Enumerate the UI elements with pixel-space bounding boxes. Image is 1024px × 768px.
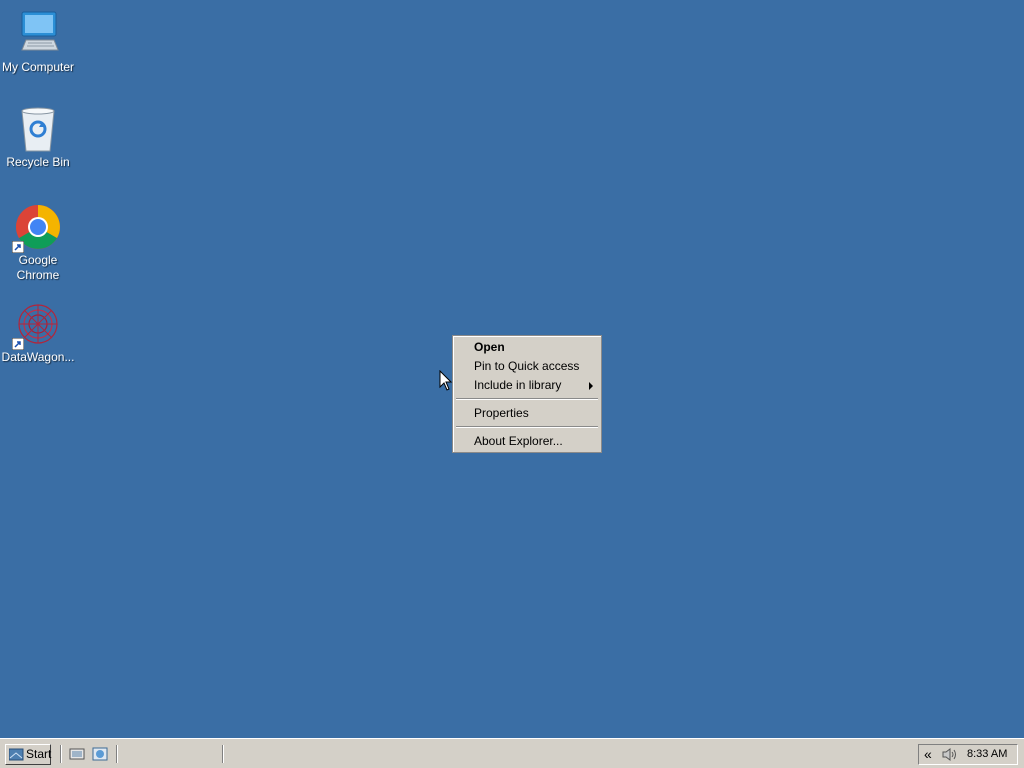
desktop-icon-my-computer[interactable]: My Computer xyxy=(0,10,76,75)
desktop-icon-label: Google Chrome xyxy=(16,253,60,282)
shortcut-arrow-icon xyxy=(11,337,25,351)
desktop-icon-label: DataWagon... xyxy=(1,350,75,364)
start-label: Start xyxy=(26,747,52,761)
desktop: My Computer Recycle Bin Google Chrome Da… xyxy=(0,0,1024,738)
menu-item-include-in-library[interactable]: Include in library xyxy=(453,376,601,395)
start-button[interactable]: Start xyxy=(5,744,51,765)
context-menu: Open Pin to Quick access Include in libr… xyxy=(452,335,602,453)
desktop-icon-google-chrome[interactable]: Google Chrome xyxy=(0,203,76,283)
datawagon-icon xyxy=(11,300,62,351)
taskbar: Start « 8:33 AM xyxy=(0,738,1024,768)
menu-separator xyxy=(456,398,598,400)
desktop-icon-label: Recycle Bin xyxy=(6,155,70,169)
menu-item-label: Include in library xyxy=(474,378,562,392)
submenu-arrow-icon xyxy=(589,382,593,390)
menu-item-open[interactable]: Open xyxy=(453,338,601,357)
shortcut-arrow-icon xyxy=(11,240,25,254)
chrome-icon xyxy=(11,203,62,254)
start-logo-icon xyxy=(8,748,24,761)
show-desktop-icon[interactable] xyxy=(69,747,85,761)
desktop-icon-recycle-bin[interactable]: Recycle Bin xyxy=(0,105,76,170)
system-tray: « 8:33 AM xyxy=(918,744,1018,765)
menu-item-pin-to-quick-access[interactable]: Pin to Quick access xyxy=(453,357,601,376)
menu-separator xyxy=(456,426,598,428)
taskbar-separator xyxy=(222,745,224,763)
taskbar-separator xyxy=(60,745,62,763)
explorer-icon[interactable] xyxy=(92,747,108,761)
menu-item-properties[interactable]: Properties xyxy=(453,404,601,423)
mouse-cursor-icon xyxy=(439,369,453,392)
taskbar-separator xyxy=(116,745,118,763)
speaker-icon[interactable] xyxy=(941,747,959,762)
tray-expand-button[interactable]: « xyxy=(924,746,932,763)
desktop-icon-label: My Computer xyxy=(1,60,75,74)
clock[interactable]: 8:33 AM xyxy=(967,747,1007,761)
recycle-bin-icon xyxy=(14,105,62,153)
desktop-icon-datawagon[interactable]: DataWagon... xyxy=(0,300,76,365)
my-computer-icon xyxy=(14,10,62,58)
menu-item-about-explorer[interactable]: About Explorer... xyxy=(453,432,601,451)
